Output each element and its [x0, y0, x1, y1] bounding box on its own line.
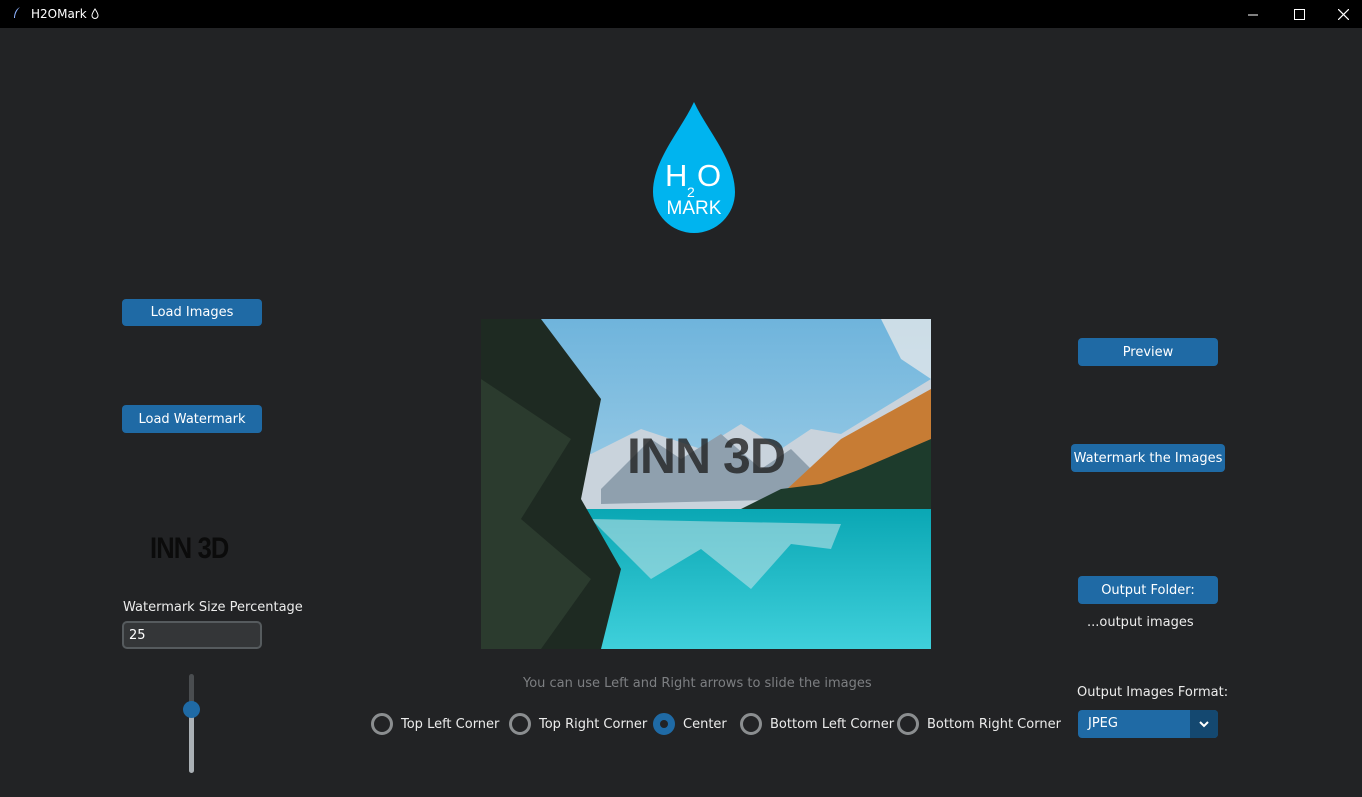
watermark-size-label: Watermark Size Percentage [123, 600, 303, 615]
close-button[interactable] [1320, 0, 1362, 28]
radio-top-left-corner[interactable]: Top Left Corner [371, 712, 499, 736]
radio-label: Bottom Left Corner [770, 716, 895, 732]
chevron-down-icon [1199, 720, 1209, 727]
radio-label: Top Left Corner [401, 716, 500, 732]
size-slider-handle[interactable] [183, 701, 200, 718]
title-bar: H2OMark [0, 0, 1362, 28]
radio-bottom-right-corner[interactable]: Bottom Right Corner [897, 712, 1061, 736]
minimize-button[interactable] [1230, 0, 1276, 28]
radio-circle-icon [509, 713, 531, 735]
maximize-button[interactable] [1276, 0, 1322, 28]
watermark-images-button[interactable]: Watermark the Images [1071, 444, 1225, 472]
radio-label: Top Right Corner [539, 716, 648, 732]
h2omark-logo: H 2 O MARK [653, 102, 735, 233]
minimize-icon [1247, 14, 1258, 15]
radio-circle-icon [371, 713, 393, 735]
radio-bottom-left-corner[interactable]: Bottom Left Corner [740, 712, 894, 736]
app-feather-icon [14, 7, 20, 18]
radio-top-right-corner[interactable]: Top Right Corner [509, 712, 647, 736]
logo-mark: MARK [667, 198, 722, 219]
close-icon [1337, 8, 1349, 20]
radio-circle-selected-icon [653, 713, 675, 735]
navigation-hint: You can use Left and Right arrows to sli… [523, 676, 872, 691]
maximize-icon [1293, 8, 1305, 20]
droplet-outline-icon [91, 8, 99, 19]
output-format-dropdown[interactable]: JPEG [1078, 710, 1218, 738]
image-preview: INN 3D [481, 319, 931, 649]
radio-label: Bottom Right Corner [927, 716, 1061, 732]
radio-label: Center [683, 716, 727, 732]
logo-h: H [665, 158, 687, 193]
radio-center[interactable]: Center [653, 712, 727, 736]
output-path-label: ...output images [1087, 615, 1194, 630]
size-slider-fill [189, 710, 194, 773]
preview-watermark-overlay: INN 3D [627, 428, 786, 484]
watermark-thumbnail: INN 3D [150, 532, 229, 565]
watermark-size-input[interactable] [122, 621, 262, 649]
radio-circle-icon [740, 713, 762, 735]
window-title: H2OMark [31, 7, 99, 21]
load-images-button[interactable]: Load Images [122, 299, 262, 326]
logo-o: O [697, 158, 721, 193]
output-folder-button[interactable]: Output Folder: [1078, 576, 1218, 604]
output-format-label: Output Images Format: [1077, 685, 1229, 700]
preview-button[interactable]: Preview [1078, 338, 1218, 366]
dropdown-arrow-button[interactable] [1190, 710, 1218, 738]
output-format-value: JPEG [1088, 716, 1118, 731]
load-watermark-button[interactable]: Load Watermark [122, 405, 262, 433]
radio-circle-icon [897, 713, 919, 735]
